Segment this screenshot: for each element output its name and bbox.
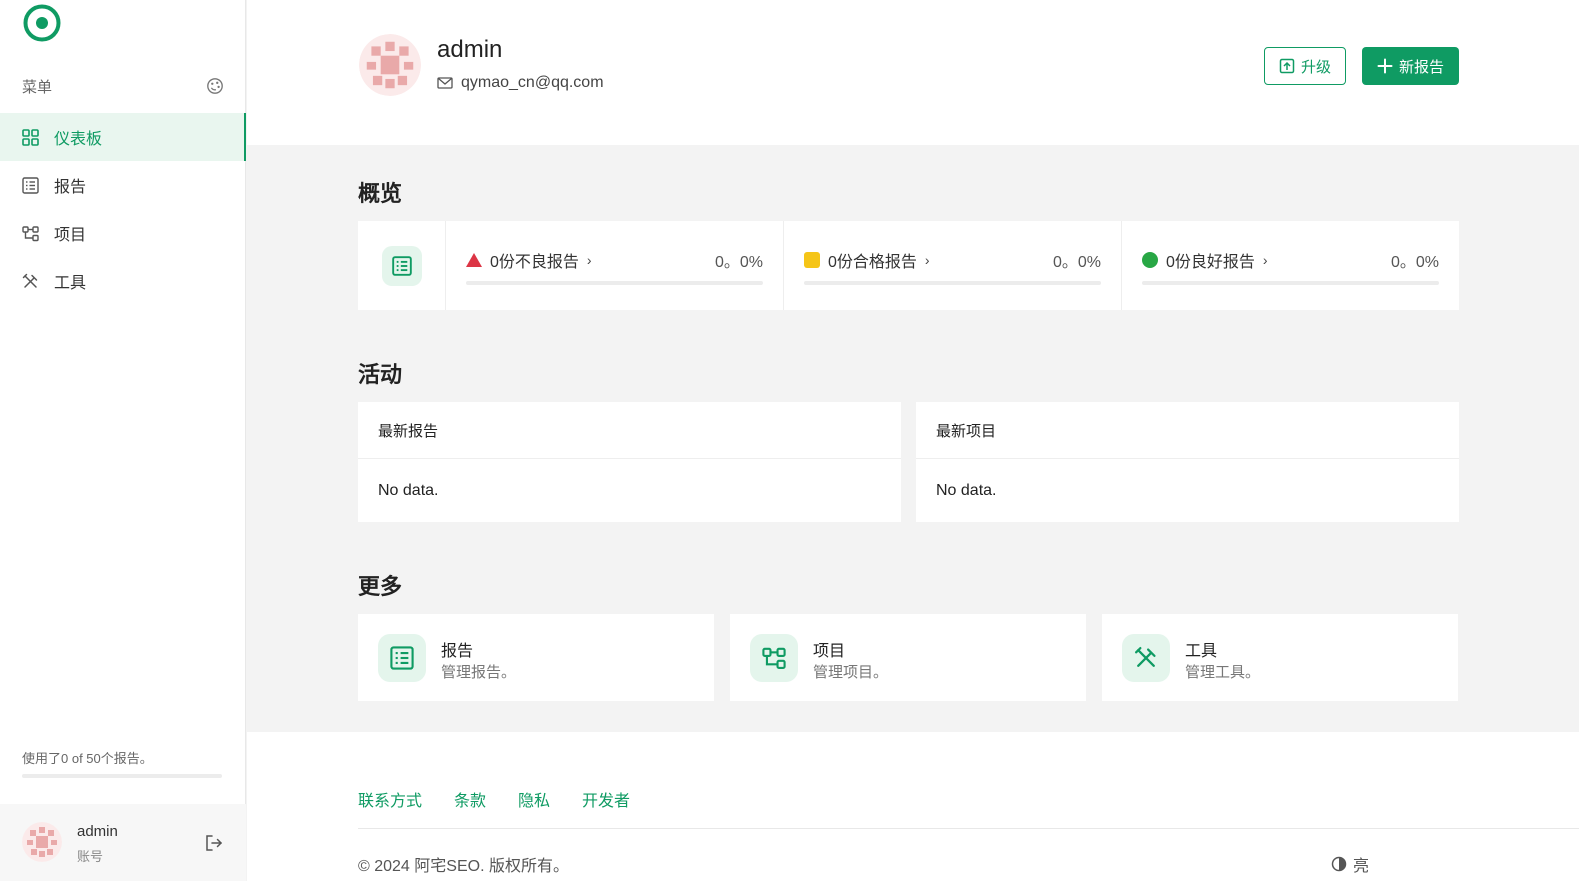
stat-label[interactable]: 0份良好报告 ›: [1142, 248, 1268, 272]
stat-progress-bar: [804, 281, 1101, 285]
stat-label[interactable]: 0份不良报告 ›: [466, 248, 592, 272]
avatar[interactable]: [22, 822, 62, 862]
menu-title: 菜单: [22, 78, 53, 96]
upgrade-button[interactable]: 升级: [1264, 47, 1346, 85]
stat-value: 0。0%: [714, 254, 763, 271]
stat-label-text: 0份不良报告: [490, 254, 579, 271]
upgrade-icon: [1279, 58, 1295, 74]
stat-progress-bar: [466, 281, 763, 285]
footer-link-privacy[interactable]: 隐私: [518, 787, 550, 811]
report-list-icon: [378, 634, 426, 682]
logout-icon[interactable]: [204, 833, 224, 853]
mail-icon: [437, 77, 453, 89]
sidebar-item-label: 报告: [54, 179, 87, 196]
green-circle-icon: [1142, 252, 1158, 268]
dashboard-grid-icon: [22, 128, 39, 146]
theme-label: 亮: [1353, 858, 1370, 875]
report-list-icon: [22, 176, 39, 194]
more-card-title: 工具: [1185, 643, 1218, 660]
footer-links: 联系方式 条款 隐私 开发者: [358, 787, 630, 811]
sidebar-item-label: 仪表板: [54, 131, 103, 148]
contrast-icon: [1331, 856, 1347, 872]
card-title: 最新报告: [358, 402, 901, 459]
more-card-projects[interactable]: 项目 管理项目。: [730, 614, 1086, 701]
more-title: 更多: [358, 574, 403, 599]
overview-card: 0份不良报告 › 0。0% 0份合格报告 › 0。0% 0份良好报告 › 0。0…: [358, 221, 1459, 310]
menu-header: 菜单: [22, 76, 224, 96]
more-card-reports[interactable]: 报告 管理报告。: [358, 614, 714, 701]
palette-icon[interactable]: [206, 77, 224, 95]
footer-divider: [358, 828, 1579, 829]
user-name: admin: [77, 823, 118, 840]
latest-reports-card: 最新报告 No data.: [358, 402, 901, 522]
activity-title: 活动: [358, 362, 403, 387]
more-card-desc: 管理项目。: [813, 664, 889, 681]
sidebar-item-label: 项目: [54, 227, 87, 244]
more-card-tools[interactable]: 工具 管理工具。: [1102, 614, 1458, 701]
project-nodes-icon: [750, 634, 798, 682]
email-text: qymao_cn@qq.com: [461, 74, 604, 91]
profile-header: admin qymao_cn@qq.com 升级 新报告: [247, 0, 1579, 145]
stat-label-text: 0份合格报告: [828, 254, 917, 271]
copyright-text: © 2024 阿宅SEO. 版权所有。: [358, 858, 569, 875]
footer-link-developers[interactable]: 开发者: [582, 787, 630, 811]
footer: 联系方式 条款 隐私 开发者 © 2024 阿宅SEO. 版权所有。 亮: [247, 732, 1579, 881]
usage-progress-bar: [22, 774, 222, 778]
tools-icon: [1122, 634, 1170, 682]
stat-pass-reports[interactable]: 0份合格报告 › 0。0%: [784, 221, 1122, 310]
project-nodes-icon: [22, 225, 39, 242]
user-account-label: 账号: [77, 849, 104, 864]
upgrade-label: 升级: [1300, 58, 1331, 76]
more-card-title: 报告: [441, 643, 474, 660]
chevron-right-icon: ›: [1262, 252, 1268, 268]
sidebar-item-label: 工具: [54, 275, 87, 292]
profile-name: admin: [437, 36, 503, 63]
stat-good-reports[interactable]: 0份良好报告 › 0。0%: [1122, 221, 1459, 310]
sidebar-nav: 仪表板 报告 项目 工具: [0, 113, 246, 305]
chevron-right-icon: ›: [586, 252, 592, 268]
footer-link-contact[interactable]: 联系方式: [358, 787, 422, 811]
profile-avatar: [359, 34, 421, 96]
new-report-button[interactable]: 新报告: [1362, 47, 1459, 85]
plus-icon: [1377, 58, 1393, 74]
warning-triangle-icon: [466, 253, 482, 267]
logo-icon[interactable]: [22, 3, 62, 43]
report-list-icon: [381, 245, 422, 286]
latest-projects-card: 最新项目 No data.: [916, 402, 1459, 522]
stat-bad-reports[interactable]: 0份不良报告 › 0。0%: [446, 221, 784, 310]
stat-label[interactable]: 0份合格报告 ›: [804, 248, 930, 272]
more-card-desc: 管理工具。: [1185, 664, 1261, 681]
user-panel[interactable]: admin 账号: [0, 804, 246, 881]
overview-icon-cell: [358, 221, 446, 310]
sidebar: 菜单 仪表板 报告 项目 工具 使用了0 of 50个报告。 admin 账号: [0, 0, 246, 881]
theme-toggle[interactable]: 亮: [1331, 852, 1369, 876]
overview-title: 概览: [358, 181, 403, 206]
usage-text: 使用了0 of 50个报告。: [22, 751, 153, 766]
card-empty-text: No data.: [378, 481, 439, 499]
stat-value: 0。0%: [1052, 254, 1101, 271]
footer-link-terms[interactable]: 条款: [454, 787, 486, 811]
stat-label-text: 0份良好报告: [1166, 254, 1255, 271]
stat-value: 0。0%: [1390, 254, 1439, 271]
sidebar-item-reports[interactable]: 报告: [0, 161, 246, 209]
tools-icon: [22, 273, 39, 290]
sidebar-item-dashboard[interactable]: 仪表板: [0, 113, 246, 161]
sidebar-item-tools[interactable]: 工具: [0, 257, 246, 305]
more-card-title: 项目: [813, 643, 846, 660]
chevron-right-icon: ›: [924, 252, 930, 268]
card-title: 最新项目: [916, 402, 1459, 459]
new-report-label: 新报告: [1398, 58, 1444, 76]
yellow-square-icon: [804, 252, 820, 268]
stat-progress-bar: [1142, 281, 1439, 285]
sidebar-item-projects[interactable]: 项目: [0, 209, 246, 257]
card-empty-text: No data.: [936, 481, 997, 499]
profile-email: qymao_cn@qq.com: [437, 74, 604, 92]
more-card-desc: 管理报告。: [441, 664, 517, 681]
